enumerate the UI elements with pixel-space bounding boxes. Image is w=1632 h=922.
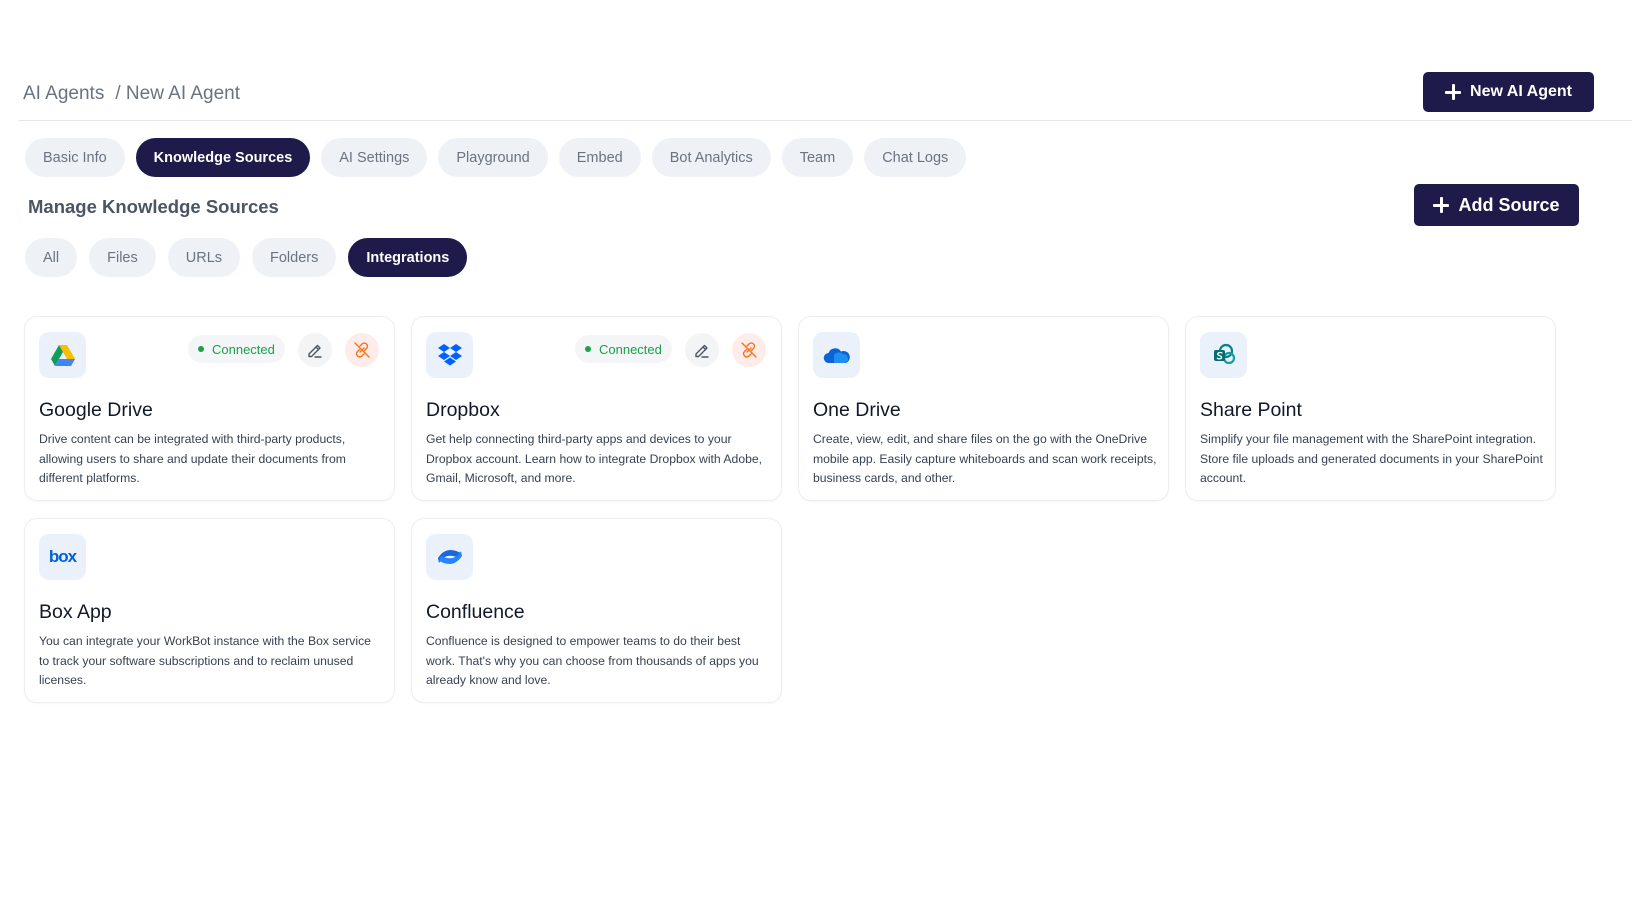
dropbox-icon [426, 332, 473, 378]
filter-folders[interactable]: Folders [252, 238, 337, 277]
source-filters: All Files URLs Folders Integrations [25, 238, 468, 277]
status-label: Connected [212, 341, 275, 357]
integration-card-google-drive[interactable]: Connected Google Drive Drive content can… [24, 316, 395, 501]
tab-embed[interactable]: Embed [558, 138, 641, 177]
status-dot [585, 346, 591, 352]
breadcrumb-current: / New AI Agent [115, 83, 240, 104]
top-header: AI Agents / New AI Agent New AI Agent [19, 68, 1632, 121]
card-description: Drive content can be integrated with thi… [39, 432, 346, 485]
integration-card-dropbox[interactable]: Connected Dropbox Get help connecting th… [411, 316, 782, 501]
disconnect-button[interactable] [345, 333, 379, 367]
tab-ai-settings[interactable]: AI Settings [321, 138, 428, 177]
pencil-icon [695, 344, 709, 358]
status-dot [198, 346, 204, 352]
edit-button[interactable] [685, 333, 719, 367]
tab-bot-analytics[interactable]: Bot Analytics [651, 138, 771, 177]
card-title: Box App [39, 601, 112, 623]
unlink-icon [354, 342, 370, 358]
connected-badge: Connected [188, 335, 285, 363]
filter-integrations[interactable]: Integrations [348, 238, 468, 277]
card-title: Dropbox [426, 399, 500, 421]
card-description: Get help connecting third-party apps and… [426, 432, 763, 485]
add-source-label: Add Source [1458, 194, 1560, 215]
tab-knowledge-sources[interactable]: Knowledge Sources [135, 138, 311, 177]
plus-icon [1445, 84, 1462, 100]
pencil-icon [308, 344, 322, 358]
tab-chat-logs[interactable]: Chat Logs [864, 138, 967, 177]
agent-tabs: Basic Info Knowledge Sources AI Settings… [25, 138, 967, 177]
card-description: Confluence is designed to empower teams … [426, 634, 759, 687]
filter-files[interactable]: Files [89, 238, 156, 277]
unlink-icon [741, 342, 757, 358]
disconnect-button[interactable] [732, 333, 766, 367]
card-description: You can integrate your WorkBot instance … [39, 634, 371, 687]
sharepoint-icon [1200, 332, 1247, 378]
card-description: Create, view, edit, and share files on t… [813, 432, 1157, 485]
new-ai-agent-button[interactable]: New AI Agent [1423, 72, 1594, 112]
breadcrumb-root[interactable]: AI Agents [23, 83, 104, 105]
card-title: Share Point [1200, 399, 1302, 421]
tab-playground[interactable]: Playground [438, 138, 548, 177]
section-title: Manage Knowledge Sources [28, 196, 279, 217]
integration-card-one-drive[interactable]: One Drive Create, view, edit, and share … [798, 316, 1169, 501]
status-label: Connected [599, 341, 662, 357]
onedrive-icon [813, 332, 860, 378]
filter-all[interactable]: All [25, 238, 78, 277]
integration-card-confluence[interactable]: Confluence Confluence is designed to emp… [411, 518, 782, 703]
tab-basic-info[interactable]: Basic Info [25, 138, 125, 177]
plus-icon [1433, 197, 1450, 213]
integration-card-share-point[interactable]: Share Point Simplify your file managemen… [1185, 316, 1556, 501]
add-source-button[interactable]: Add Source [1414, 184, 1579, 226]
card-title: Google Drive [39, 399, 153, 421]
box-logo-text: box [48, 547, 77, 566]
breadcrumb: AI Agents / New AI Agent [23, 83, 240, 105]
filter-urls[interactable]: URLs [167, 238, 241, 277]
card-title: Confluence [426, 601, 525, 623]
tab-team[interactable]: Team [781, 138, 854, 177]
box-icon: box [39, 534, 86, 580]
edit-button[interactable] [298, 333, 332, 367]
card-title: One Drive [813, 399, 901, 421]
connected-badge: Connected [575, 335, 672, 363]
card-description: Simplify your file management with the S… [1200, 432, 1543, 485]
google-drive-icon [39, 332, 86, 378]
confluence-icon [426, 534, 473, 580]
integration-card-box-app[interactable]: box Box App You can integrate your WorkB… [24, 518, 395, 703]
new-ai-agent-label: New AI Agent [1470, 83, 1572, 100]
